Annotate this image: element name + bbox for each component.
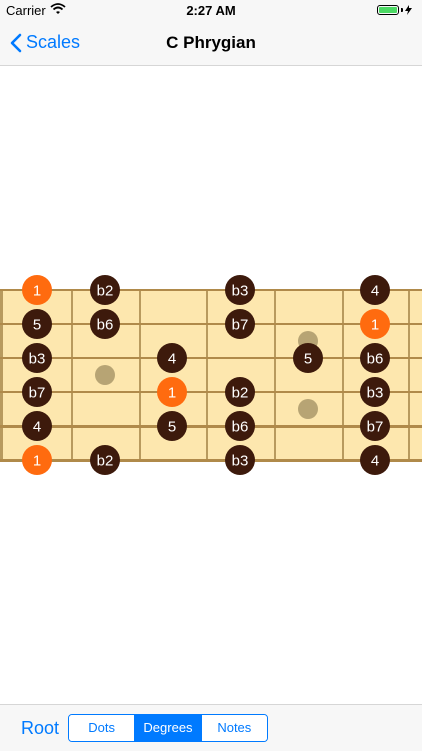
navigation-bar: Scales C Phrygian [0,20,422,66]
guitar-string [0,357,422,359]
fretboard: 1 b2 b3 4 5 b6 b7 1 b3 4 5 b6 b7 1 b2 b3 4 5 b6 b7 1 b2 b3 4 [0,270,422,480]
note-degree-label: 4 [371,453,379,470]
note-degree-label: 5 [33,317,41,334]
note-degree-label: 4 [371,283,379,300]
status-time: 2:27 AM [186,3,236,18]
note-degree-label: 1 [33,453,41,470]
fret-wire [71,290,73,462]
fret-wire [139,290,141,462]
guitar-string [0,459,422,462]
page-title: C Phrygian [166,33,256,52]
fret-wire [206,290,208,462]
note-degree-label: b7 [29,385,46,402]
status-bar: Carrier 2:27 AM [0,0,422,20]
note-degree-label: 1 [33,283,41,300]
note-degree-label: b7 [367,419,384,436]
note-degree-label: b6 [367,351,384,368]
note-degree-label: b6 [97,317,114,334]
fret-wire [0,290,3,462]
segment-dots[interactable]: Dots [69,715,135,741]
fret-inlay-dot [298,399,318,419]
guitar-string [0,425,422,428]
battery-icon [377,5,412,15]
note-degree-label: 5 [168,419,176,436]
guitar-string [0,391,422,393]
root-button[interactable]: Root [21,705,59,751]
note-degree-label: b2 [97,283,114,300]
segment-degrees[interactable]: Degrees [134,715,201,741]
guitar-string [0,289,422,291]
fret-wire [342,290,344,462]
note-degree-label: b2 [232,385,249,402]
note-degree-label: 4 [33,419,41,436]
note-degree-label: b3 [232,453,249,470]
segment-notes[interactable]: Notes [200,715,267,741]
note-degree-label: b2 [97,453,114,470]
note-degree-label: b6 [232,419,249,436]
note-degree-label: b3 [367,385,384,402]
charging-bolt-icon [405,5,412,15]
display-mode-segmented-control: Dots Degrees Notes [68,714,268,742]
note-degree-label: b3 [29,351,46,368]
note-degree-label: 4 [168,351,176,368]
note-degree-label: 5 [304,351,312,368]
note-degree-label: 1 [371,317,379,334]
bottom-toolbar: Root Dots Degrees Notes [0,704,422,751]
fret-wire [274,290,276,462]
note-degree-label: b3 [232,283,249,300]
fret-inlay-dot [95,365,115,385]
fretboard-diagram: 1 b2 b3 4 5 b6 b7 1 b3 4 5 b6 b7 1 b2 b3 4 5 b6 b7 1 b2 b3 4 [0,275,422,475]
guitar-string [0,323,422,325]
fretboard-wood [0,290,422,462]
note-degree-label: b7 [232,317,249,334]
note-degree-label: 1 [168,385,176,402]
fret-wire [408,290,410,462]
